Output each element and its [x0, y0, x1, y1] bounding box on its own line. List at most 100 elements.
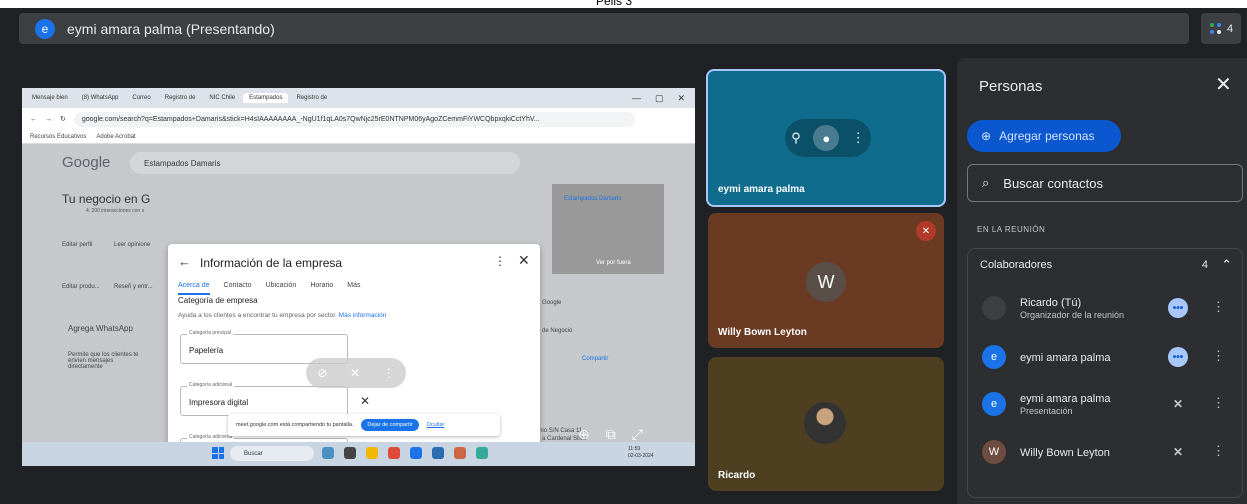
window-top-label: Pelis 3	[596, 0, 633, 8]
group-header[interactable]: Colaboradores 4 ⌃	[980, 257, 1232, 273]
minimize-icon[interactable]: —	[632, 93, 641, 104]
app-icon[interactable]	[344, 447, 356, 459]
close-panel-icon[interactable]: ✕	[1215, 72, 1232, 97]
whatsapp-desc: Permite que los clientes te envíen mensa…	[68, 352, 139, 370]
remove-category-icon[interactable]: ✕	[360, 394, 370, 408]
map-label: Estampados Damaris	[564, 196, 622, 202]
zoom-icon[interactable]: ⊕	[578, 426, 590, 443]
video-tile-eymi[interactable]: ⚲ ● ⋮ eymi amara palma	[706, 69, 946, 207]
reviews-link[interactable]: Leer opinione	[114, 242, 150, 248]
browser-tab[interactable]: Registro de	[290, 93, 334, 103]
edit-profile-link[interactable]: Editar perfil	[62, 242, 92, 248]
more-vert-icon[interactable]: ⋮	[1212, 299, 1225, 315]
more-vert-icon[interactable]: ⋮	[852, 130, 865, 146]
mic-icon[interactable]: ●	[813, 125, 840, 151]
stop-sharing-button[interactable]: Dejar de compartir	[361, 419, 419, 431]
additional-category-field[interactable]: Categoría adicional Impresora digital	[180, 382, 348, 416]
section-title: Categoría de empresa	[178, 296, 258, 305]
participant-row[interactable]: W Willy Bown Leyton ✕ ⋮	[982, 435, 1238, 469]
modal-close-icon[interactable]: ✕	[518, 252, 530, 269]
tray-date: 02-03-2024	[628, 453, 654, 459]
bookmark[interactable]: Recursos Educativos	[30, 134, 86, 140]
bookmark[interactable]: Adobe Acrobat	[96, 134, 135, 140]
google-page: Google Estampados Damaris Tu negocio en …	[22, 144, 695, 450]
popout-icon[interactable]: ⧉	[606, 426, 616, 443]
window-controls: — ▢ ✕	[632, 93, 695, 104]
pin-icon[interactable]: ⚲	[791, 130, 801, 146]
google-search-box[interactable]: Estampados Damaris	[130, 152, 520, 174]
tile-name: Willy Bown Leyton	[718, 327, 807, 338]
reload-icon[interactable]: ↻	[60, 115, 66, 123]
system-tray: 11:59 02-03-2024	[628, 446, 654, 460]
unpin-icon[interactable]: ⊘	[317, 366, 327, 380]
url-input[interactable]: google.com/search?q=Estampados+Damaris&s…	[73, 111, 635, 127]
mic-off-icon: ✕	[916, 221, 936, 241]
share-notice-text: meet.google.com está compartiendo tu pan…	[236, 422, 354, 428]
reviews-entries-link[interactable]: Reseñ y entr...	[114, 284, 153, 290]
participant-row[interactable]: e eymi amara palma Presentación ✕ ⋮	[982, 387, 1238, 421]
participant-row[interactable]: e eymi amara palma ••• ⋮	[982, 340, 1238, 374]
taskbar-apps	[322, 447, 488, 459]
more-info-link[interactable]: Más información	[339, 312, 387, 319]
field-value: Papelería	[189, 346, 224, 355]
hide-notice-link[interactable]: Ocultar	[427, 422, 445, 428]
maximize-icon[interactable]: ▢	[655, 93, 664, 104]
mic-off-icon[interactable]: ✕	[350, 366, 360, 380]
add-people-label: Agregar personas	[999, 129, 1095, 143]
back-icon[interactable]: ←	[30, 116, 37, 123]
folder-icon[interactable]	[366, 447, 378, 459]
add-people-button[interactable]: ⊕ Agregar personas	[967, 120, 1121, 152]
avatar	[804, 402, 846, 444]
taskbar-search[interactable]: Buscar	[230, 446, 314, 461]
tab-contact[interactable]: Contacto	[224, 282, 252, 295]
avatar: e	[982, 345, 1006, 369]
browser-tab-strip: Mensaje bien (8) WhatsApp Correo Registr…	[22, 88, 695, 108]
more-vert-icon[interactable]: ⋮	[1212, 395, 1225, 411]
tab-location[interactable]: Ubicación	[266, 282, 297, 295]
browser-tab[interactable]: (8) WhatsApp	[75, 93, 125, 103]
tab-about[interactable]: Acerca de	[178, 282, 210, 295]
search-contacts-input[interactable]: ⌕ Buscar contactos	[967, 164, 1243, 202]
tab-more[interactable]: Más	[347, 282, 360, 295]
meet-window: Pelis 3 e eymi amara palma (Presentando)…	[0, 0, 1247, 504]
field-label: Categoría adicional	[187, 382, 235, 388]
browser-tab-active[interactable]: Estampados	[243, 93, 289, 103]
bg-text: Google	[542, 300, 562, 306]
video-tile-ricardo[interactable]: Ricardo	[708, 357, 944, 491]
app-icon[interactable]	[432, 447, 444, 459]
app-icon[interactable]	[454, 447, 466, 459]
chevron-up-icon[interactable]: ⌃	[1221, 257, 1232, 273]
section-label: EN LA REUNIÓN	[977, 225, 1046, 234]
edge-icon[interactable]	[410, 447, 422, 459]
fullscreen-icon[interactable]: ⤢	[632, 426, 643, 443]
group-count: 4	[1201, 259, 1208, 271]
people-panel: Personas ✕ ⊕ Agregar personas ⌕ Buscar c…	[957, 58, 1247, 504]
forward-icon[interactable]: →	[45, 116, 52, 123]
modal-tabs: Acerca de Contacto Ubicación Horario Más	[178, 282, 361, 295]
participants-icon	[1209, 22, 1223, 36]
more-vert-icon[interactable]: ⋮	[383, 366, 395, 380]
speaking-icon: •••	[1168, 298, 1188, 318]
share-link[interactable]: Compartir	[582, 356, 608, 362]
app-icon[interactable]	[476, 447, 488, 459]
app-icon[interactable]	[322, 447, 334, 459]
edit-products-link[interactable]: Editar produ...	[62, 284, 100, 290]
screen-share-notice: meet.google.com está compartiendo tu pan…	[228, 414, 500, 436]
tab-hours[interactable]: Horario	[310, 282, 333, 295]
browser-tab[interactable]: Registro de	[158, 93, 202, 103]
windows-start-icon[interactable]	[212, 447, 224, 459]
participants-button[interactable]: 4	[1201, 13, 1241, 44]
search-icon: ⌕	[982, 175, 990, 190]
shared-screen: Mensaje bien (8) WhatsApp Correo Registr…	[22, 88, 695, 466]
close-icon[interactable]: ✕	[677, 93, 685, 104]
more-vert-icon[interactable]: ⋮	[494, 254, 506, 268]
browser-tab[interactable]: Correo	[126, 93, 157, 103]
more-vert-icon[interactable]: ⋮	[1212, 348, 1225, 364]
back-arrow-icon[interactable]: ←	[178, 254, 191, 269]
chrome-icon[interactable]	[388, 447, 400, 459]
participant-row[interactable]: Ricardo (Tú) Organizador de la reunión •…	[982, 291, 1238, 325]
browser-tab[interactable]: Mensaje bien	[26, 93, 74, 103]
browser-tab[interactable]: NIC Chile	[203, 93, 242, 103]
more-vert-icon[interactable]: ⋮	[1212, 443, 1225, 459]
video-tile-willy[interactable]: ✕ W Willy Bown Leyton	[708, 213, 944, 348]
